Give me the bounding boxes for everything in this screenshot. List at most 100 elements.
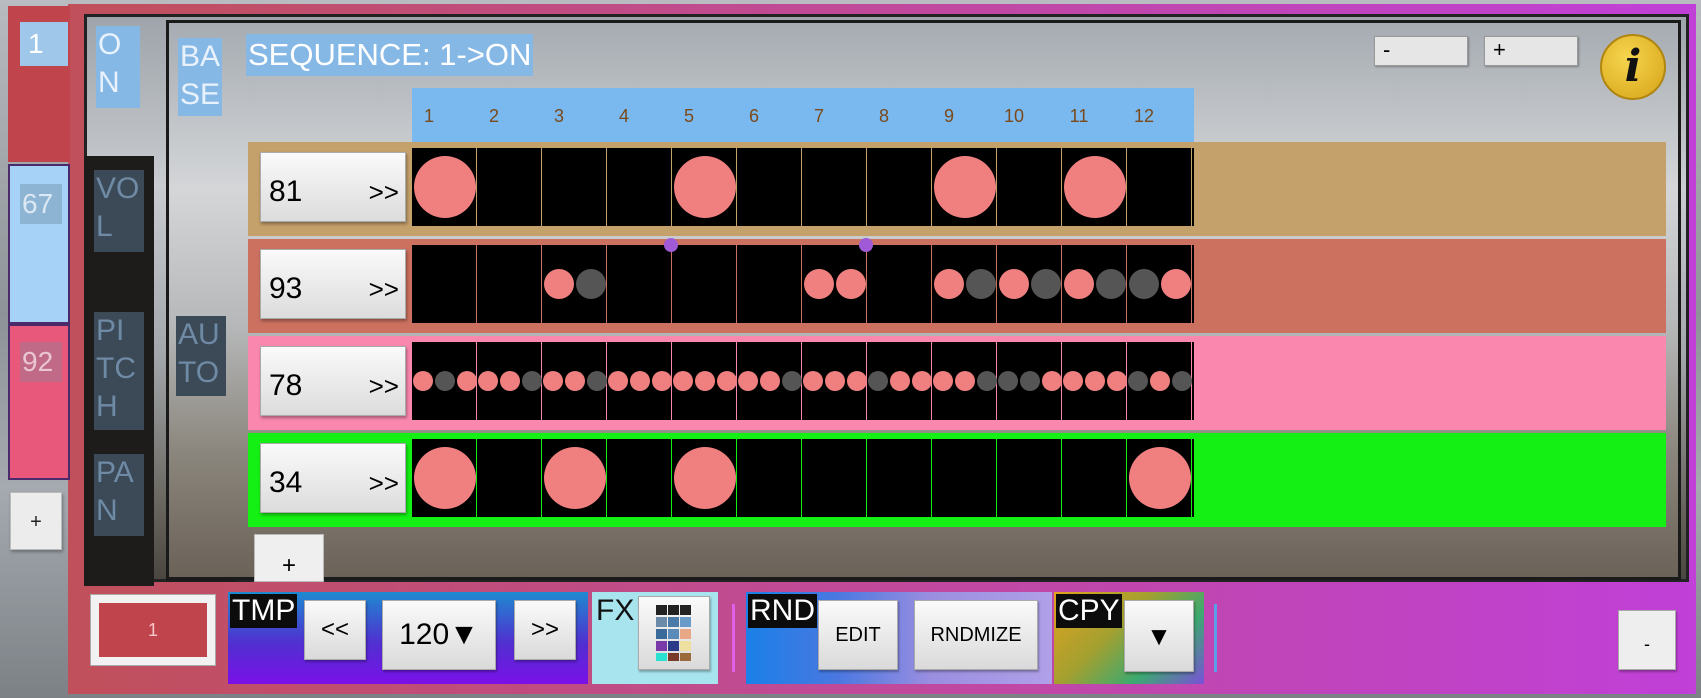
zoom-out-button[interactable]: - bbox=[1374, 36, 1468, 66]
step-dot-off[interactable] bbox=[781, 371, 802, 391]
tempo-prev-button[interactable]: << bbox=[304, 600, 366, 660]
step-cell[interactable] bbox=[672, 439, 737, 517]
step-cell[interactable] bbox=[802, 342, 867, 420]
step-cell[interactable] bbox=[477, 148, 542, 226]
step-dot-on[interactable] bbox=[824, 371, 845, 391]
copy-dropdown-button[interactable]: ▼ bbox=[1124, 600, 1194, 672]
step-dot-on[interactable] bbox=[1106, 371, 1127, 391]
step-dot-off[interactable] bbox=[997, 371, 1018, 391]
add-track-tab-button[interactable]: + bbox=[10, 492, 62, 550]
step-cell[interactable] bbox=[607, 245, 672, 323]
step-dot-on[interactable] bbox=[759, 371, 780, 391]
randomize-button[interactable]: RNDMIZE bbox=[914, 600, 1038, 670]
tempo-select[interactable]: 120▼ bbox=[382, 600, 496, 670]
step-dot-off[interactable] bbox=[1128, 269, 1159, 299]
step-dot-on[interactable] bbox=[543, 447, 606, 509]
fx-grid-button[interactable] bbox=[638, 596, 710, 670]
step-dot-on[interactable] bbox=[1062, 371, 1083, 391]
step-dot-on[interactable] bbox=[672, 371, 693, 391]
step-cell[interactable] bbox=[542, 148, 607, 226]
step-cell[interactable] bbox=[607, 439, 672, 517]
step-dot-on[interactable] bbox=[716, 371, 737, 391]
step-dot-on[interactable] bbox=[954, 371, 975, 391]
base-control[interactable]: BA SE bbox=[178, 38, 222, 116]
step-dot-off[interactable] bbox=[1127, 371, 1148, 391]
step-cell[interactable] bbox=[477, 245, 542, 323]
step-cell[interactable] bbox=[802, 245, 867, 323]
step-cell[interactable] bbox=[737, 148, 802, 226]
step-cell[interactable] bbox=[672, 245, 737, 323]
step-cell[interactable] bbox=[997, 342, 1062, 420]
step-cell[interactable] bbox=[997, 439, 1062, 517]
step-dot-on[interactable] bbox=[1149, 371, 1170, 391]
step-cell[interactable] bbox=[997, 148, 1062, 226]
on-toggle[interactable]: O N bbox=[96, 26, 140, 108]
step-cell[interactable] bbox=[1062, 439, 1127, 517]
step-cell[interactable] bbox=[737, 342, 802, 420]
step-dot-on[interactable] bbox=[889, 371, 910, 391]
volume-control[interactable]: VO L bbox=[94, 170, 144, 252]
step-dot-on[interactable] bbox=[564, 371, 585, 391]
step-cell[interactable] bbox=[672, 148, 737, 226]
track-button[interactable]: 78 >> bbox=[260, 346, 406, 416]
step-cell[interactable] bbox=[932, 439, 997, 517]
step-cell[interactable] bbox=[607, 342, 672, 420]
step-cell[interactable] bbox=[737, 245, 802, 323]
step-dot-off[interactable] bbox=[434, 371, 455, 391]
tempo-next-button[interactable]: >> bbox=[514, 600, 576, 660]
step-dot-on[interactable] bbox=[998, 269, 1029, 299]
step-dot-off[interactable] bbox=[867, 371, 888, 391]
step-dot-on[interactable] bbox=[543, 269, 574, 299]
step-dot-on[interactable] bbox=[673, 156, 736, 218]
zoom-in-button[interactable]: + bbox=[1484, 36, 1578, 66]
step-cell[interactable] bbox=[672, 342, 737, 420]
step-cell[interactable] bbox=[737, 439, 802, 517]
step-dot-on[interactable] bbox=[413, 447, 476, 509]
step-cell[interactable] bbox=[412, 439, 477, 517]
step-cell[interactable] bbox=[412, 342, 477, 420]
step-dot-on[interactable] bbox=[651, 371, 672, 391]
step-cell[interactable] bbox=[1127, 342, 1192, 420]
track-tab-1[interactable]: 1 bbox=[8, 6, 70, 162]
step-cell[interactable] bbox=[477, 342, 542, 420]
step-dot-off[interactable] bbox=[1019, 371, 1040, 391]
step-cell[interactable] bbox=[477, 439, 542, 517]
step-dot-on[interactable] bbox=[1041, 371, 1062, 391]
step-dot-off[interactable] bbox=[521, 371, 542, 391]
step-dot-on[interactable] bbox=[1084, 371, 1105, 391]
step-cell[interactable] bbox=[932, 342, 997, 420]
step-dot-on[interactable] bbox=[1128, 447, 1191, 509]
step-dot-off[interactable] bbox=[976, 371, 997, 391]
step-cell[interactable] bbox=[997, 245, 1062, 323]
step-dot-on[interactable] bbox=[629, 371, 650, 391]
step-dot-on[interactable] bbox=[694, 371, 715, 391]
step-dot-off[interactable] bbox=[965, 269, 996, 299]
step-dot-on[interactable] bbox=[933, 156, 996, 218]
step-cell[interactable] bbox=[932, 245, 997, 323]
track-tab-92[interactable]: 92 bbox=[8, 324, 70, 480]
track-button[interactable]: 93 >> bbox=[260, 249, 406, 319]
step-dot-off[interactable] bbox=[586, 371, 607, 391]
step-dot-off[interactable] bbox=[1030, 269, 1061, 299]
step-cell[interactable] bbox=[542, 245, 607, 323]
step-cell[interactable] bbox=[542, 439, 607, 517]
step-cell[interactable] bbox=[932, 148, 997, 226]
step-cell[interactable] bbox=[867, 245, 932, 323]
info-icon[interactable]: i bbox=[1600, 34, 1666, 100]
step-cell[interactable] bbox=[1127, 245, 1192, 323]
step-cell[interactable] bbox=[1127, 148, 1192, 226]
step-dot-on[interactable] bbox=[933, 269, 964, 299]
step-dot-on[interactable] bbox=[499, 371, 520, 391]
step-dot-on[interactable] bbox=[835, 269, 866, 299]
step-dot-on[interactable] bbox=[1063, 269, 1094, 299]
step-dot-on[interactable] bbox=[911, 371, 932, 391]
step-cell[interactable] bbox=[1062, 245, 1127, 323]
step-dot-on[interactable] bbox=[673, 447, 736, 509]
edit-button[interactable]: EDIT bbox=[818, 600, 898, 670]
step-cell[interactable] bbox=[867, 148, 932, 226]
step-dot-on[interactable] bbox=[932, 371, 953, 391]
step-cell[interactable] bbox=[802, 439, 867, 517]
step-dot-on[interactable] bbox=[737, 371, 758, 391]
step-cell[interactable] bbox=[412, 245, 477, 323]
step-dot-off[interactable] bbox=[1171, 371, 1192, 391]
